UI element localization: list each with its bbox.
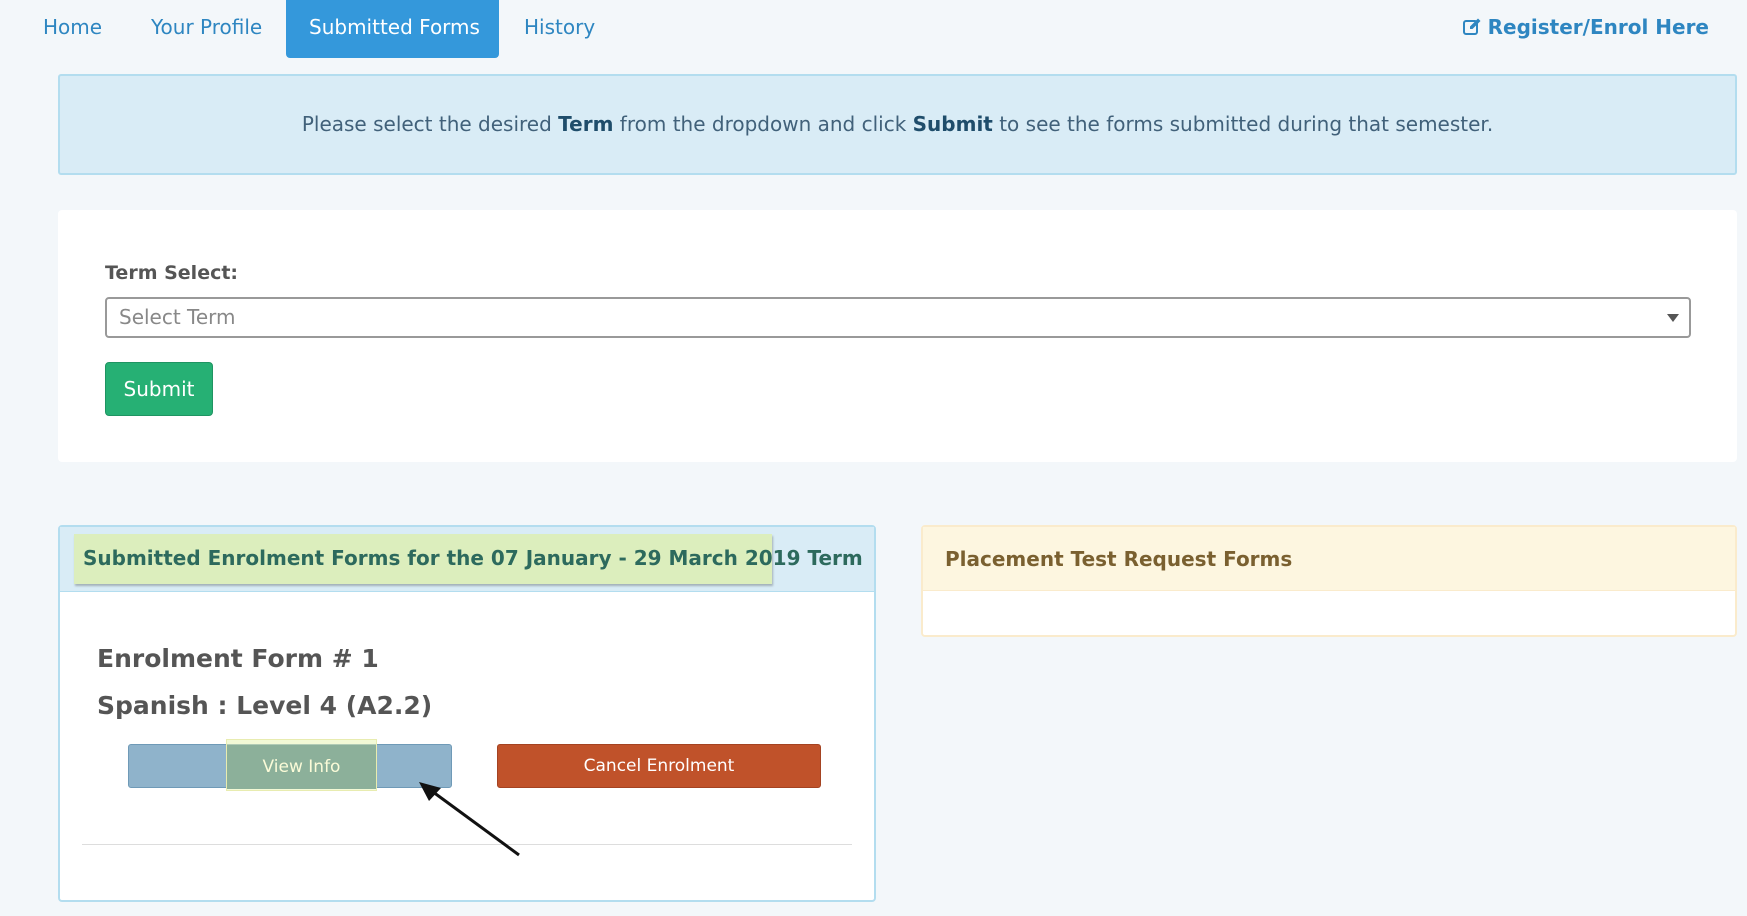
tab-your-profile[interactable]: Your Profile — [128, 0, 285, 58]
top-navigation: Home Your Profile Submitted Forms Histor… — [0, 0, 1747, 58]
view-info-highlight[interactable]: View Info — [226, 739, 377, 791]
info-term-word: Term — [558, 112, 614, 136]
enrolment-form-number: Enrolment Form # 1 — [97, 644, 379, 673]
info-text-end: to see the forms submitted during that s… — [992, 112, 1494, 136]
term-select-dropdown[interactable]: Select Term — [105, 297, 1691, 338]
cancel-enrolment-button[interactable]: Cancel Enrolment — [497, 744, 821, 788]
enrolment-panel-header: Submitted Enrolment Forms for the 07 Jan… — [60, 527, 874, 592]
register-enrol-link[interactable]: Register/Enrol Here — [1462, 0, 1709, 54]
enrolment-panel-title: Submitted Enrolment Forms for the 07 Jan… — [74, 534, 863, 584]
enrolment-course: Spanish : Level 4 (A2.2) — [97, 691, 433, 720]
placement-test-panel: Placement Test Request Forms — [921, 525, 1737, 637]
info-banner: Please select the desired Term from the … — [58, 74, 1737, 175]
info-text-middle: from the dropdown and click — [613, 112, 913, 136]
info-text-start: Please select the desired — [301, 112, 559, 136]
view-info-label: View Info — [227, 745, 376, 789]
info-submit-word: Submit — [912, 112, 993, 136]
term-select-placeholder: Select Term — [119, 305, 236, 329]
chevron-down-icon — [1667, 314, 1679, 322]
submit-button[interactable]: Submit — [105, 362, 213, 416]
placement-panel-title: Placement Test Request Forms — [923, 527, 1735, 591]
term-select-panel: Term Select: Select Term Submit — [58, 210, 1737, 462]
pointer-arrow-icon — [419, 782, 520, 857]
tab-submitted-forms[interactable]: Submitted Forms — [286, 0, 499, 58]
term-select-label: Term Select: — [105, 262, 239, 284]
register-enrol-label: Register/Enrol Here — [1487, 15, 1709, 39]
tab-home[interactable]: Home — [20, 0, 125, 58]
edit-icon — [1462, 18, 1481, 35]
enrolment-forms-panel: Submitted Enrolment Forms for the 07 Jan… — [58, 525, 876, 902]
tab-history[interactable]: History — [501, 0, 618, 58]
